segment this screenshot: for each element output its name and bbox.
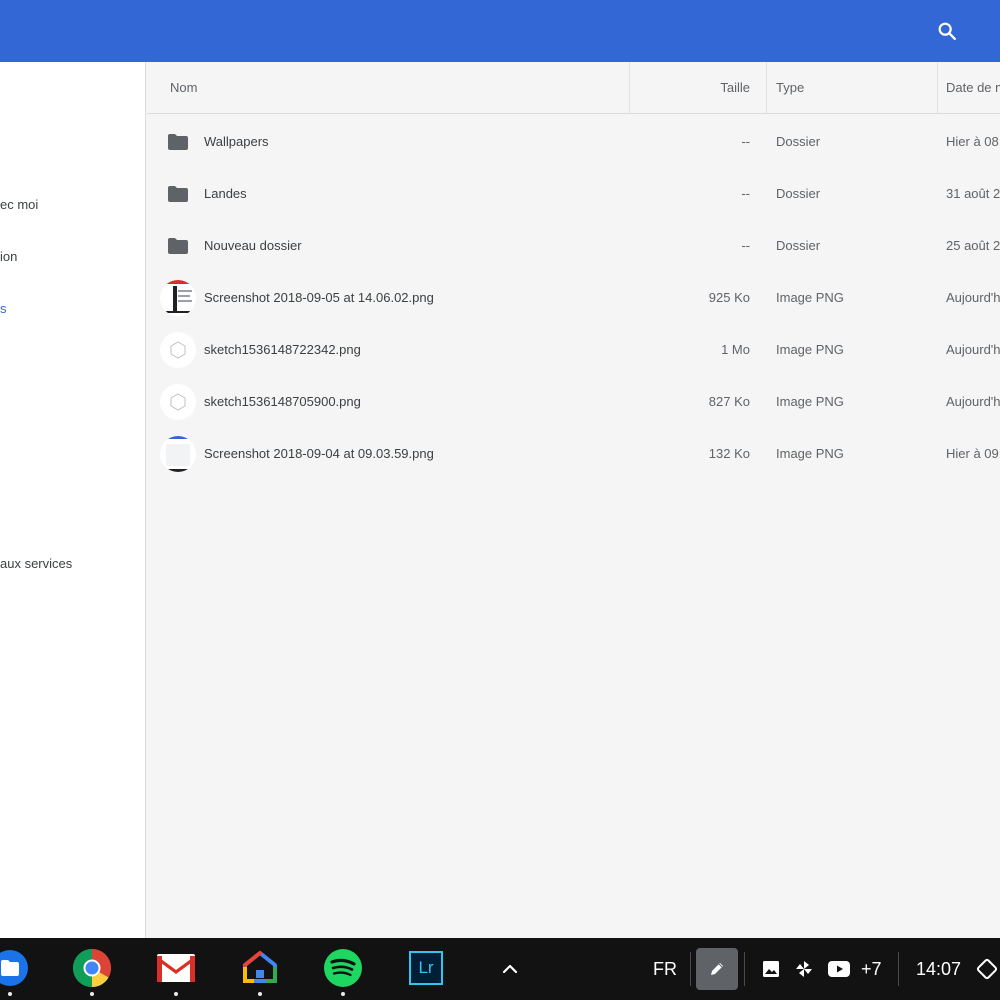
file-name: Screenshot 2018-09-05 at 14.06.02.png bbox=[204, 290, 434, 305]
youtube-notification[interactable] bbox=[826, 958, 852, 980]
file-list: Nom Taille Type Date de m Wallpapers -- … bbox=[147, 62, 1000, 938]
file-name: Landes bbox=[204, 186, 247, 201]
more-notifications-count[interactable]: +7 bbox=[861, 938, 882, 1000]
file-name: Nouveau dossier bbox=[204, 238, 302, 253]
sidebar-item-2[interactable]: ion bbox=[0, 249, 17, 264]
table-row[interactable]: sketch1536148722342.png 1 Mo Image PNG A… bbox=[147, 324, 1000, 376]
files-app[interactable] bbox=[0, 948, 30, 988]
file-date: Aujourd'h bbox=[946, 342, 1000, 357]
file-type: Image PNG bbox=[776, 394, 844, 409]
sidebar-item-label: s bbox=[0, 301, 7, 316]
file-type: Dossier bbox=[776, 134, 821, 149]
app-running-indicator bbox=[341, 992, 345, 996]
pinwheel-icon bbox=[796, 961, 812, 977]
spotify-app-icon bbox=[324, 949, 362, 987]
file-name: Screenshot 2018-09-04 at 09.03.59.png bbox=[204, 446, 434, 461]
app-running-indicator bbox=[8, 992, 12, 996]
column-divider[interactable] bbox=[766, 62, 767, 114]
shelf: Lr FR +7 14:07 bbox=[0, 938, 1000, 1000]
column-header-row: Nom Taille Type Date de m bbox=[147, 62, 1000, 114]
app-running-indicator bbox=[174, 992, 178, 996]
file-date: Hier à 09: bbox=[946, 446, 1000, 461]
column-header-name[interactable]: Nom bbox=[170, 62, 197, 114]
file-date: 31 août 2 bbox=[946, 186, 1000, 201]
file-name: sketch1536148722342.png bbox=[204, 342, 361, 357]
sidebar-item-shared[interactable]: ec moi bbox=[0, 197, 38, 212]
table-row[interactable]: Landes -- Dossier 31 août 2 bbox=[147, 168, 1000, 220]
column-divider[interactable] bbox=[937, 62, 938, 114]
search-icon bbox=[938, 22, 956, 40]
spotify-app[interactable] bbox=[323, 948, 363, 988]
file-type: Dossier bbox=[776, 186, 821, 201]
tray-divider bbox=[898, 952, 899, 986]
table-row[interactable]: Screenshot 2018-09-04 at 09.03.59.png 13… bbox=[147, 428, 1000, 480]
file-size: 1 Mo bbox=[721, 342, 750, 357]
screen-rotation-icon bbox=[976, 958, 998, 980]
app-running-indicator bbox=[90, 992, 94, 996]
app-running-indicator bbox=[258, 992, 262, 996]
file-size: -- bbox=[741, 238, 750, 253]
file-name: sketch1536148705900.png bbox=[204, 394, 361, 409]
file-size: 827 Ko bbox=[708, 394, 750, 409]
image-notification[interactable] bbox=[760, 958, 782, 980]
file-type: Image PNG bbox=[776, 342, 844, 357]
chevron-up-icon bbox=[502, 964, 518, 974]
folder-icon bbox=[160, 176, 196, 212]
sketch-thumbnail bbox=[160, 332, 196, 368]
gmail-app-icon bbox=[157, 954, 195, 982]
top-app-bar bbox=[0, 0, 1000, 62]
lightroom-app-icon: Lr bbox=[409, 951, 443, 985]
file-name: Wallpapers bbox=[204, 134, 269, 149]
sidebar-item-active[interactable]: s bbox=[0, 301, 7, 316]
file-type: Image PNG bbox=[776, 446, 844, 461]
table-row[interactable]: Screenshot 2018-09-05 at 14.06.02.png 92… bbox=[147, 272, 1000, 324]
chrome-app-icon bbox=[72, 948, 112, 988]
sidebar: ec moi ion s aux services bbox=[0, 62, 146, 938]
stylus-tools-button[interactable] bbox=[696, 948, 738, 990]
file-date: Hier à 08: bbox=[946, 134, 1000, 149]
file-size: 925 Ko bbox=[708, 290, 750, 305]
column-header-date[interactable]: Date de m bbox=[946, 62, 1000, 114]
sidebar-item-services[interactable]: aux services bbox=[0, 556, 72, 571]
sidebar-item-label: ec moi bbox=[0, 197, 39, 212]
file-size: -- bbox=[741, 134, 750, 149]
sidebar-item-label: aux services bbox=[0, 556, 73, 571]
image-thumbnail bbox=[160, 436, 196, 472]
table-row[interactable]: Nouveau dossier -- Dossier 25 août 2 bbox=[147, 220, 1000, 272]
files-app-icon bbox=[0, 950, 28, 986]
google-home-app[interactable] bbox=[240, 948, 280, 988]
gmail-app[interactable] bbox=[156, 948, 196, 988]
search-button[interactable] bbox=[934, 18, 960, 44]
folder-icon bbox=[160, 228, 196, 264]
file-date: Aujourd'h bbox=[946, 394, 1000, 409]
lightroom-app[interactable]: Lr bbox=[406, 948, 446, 988]
tray-divider bbox=[690, 952, 691, 986]
youtube-icon bbox=[828, 961, 850, 977]
pen-icon bbox=[711, 963, 723, 975]
file-size: -- bbox=[741, 186, 750, 201]
file-size: 132 Ko bbox=[708, 446, 750, 461]
sketch-thumbnail bbox=[160, 384, 196, 420]
column-header-size[interactable]: Taille bbox=[630, 62, 750, 114]
file-type: Dossier bbox=[776, 238, 821, 253]
tray-divider bbox=[744, 952, 745, 986]
google-home-app-icon bbox=[243, 951, 277, 983]
clock[interactable]: 14:07 bbox=[916, 938, 961, 1000]
pinwheel-notification[interactable] bbox=[793, 958, 815, 980]
file-type: Image PNG bbox=[776, 290, 844, 305]
file-date: Aujourd'h bbox=[946, 290, 1000, 305]
launcher-button[interactable] bbox=[498, 957, 522, 981]
table-row[interactable]: sketch1536148705900.png 827 Ko Image PNG… bbox=[147, 376, 1000, 428]
table-row[interactable]: Wallpapers -- Dossier Hier à 08: bbox=[147, 116, 1000, 168]
rotate-status[interactable] bbox=[974, 956, 1000, 982]
lightroom-app-label: Lr bbox=[418, 958, 434, 977]
image-thumbnail bbox=[160, 280, 196, 316]
column-header-type[interactable]: Type bbox=[776, 62, 804, 114]
chrome-app[interactable] bbox=[72, 948, 112, 988]
file-date: 25 août 2 bbox=[946, 238, 1000, 253]
input-method-indicator[interactable]: FR bbox=[653, 938, 677, 1000]
image-icon bbox=[763, 961, 779, 977]
folder-icon bbox=[160, 124, 196, 160]
sidebar-item-label: ion bbox=[0, 249, 18, 264]
